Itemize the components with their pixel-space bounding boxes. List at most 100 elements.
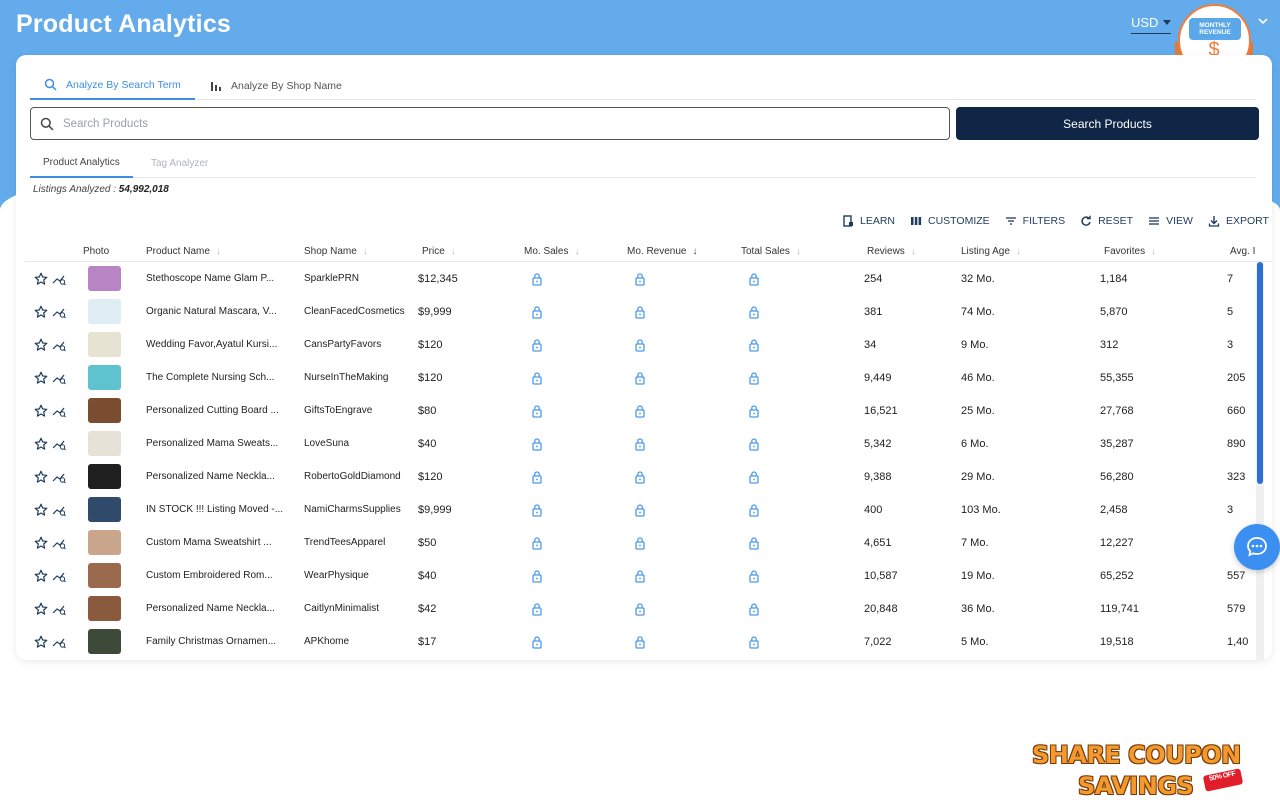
- shop-name-cell[interactable]: TrendTeesApparel: [304, 526, 416, 559]
- mo-sales-lock-icon[interactable]: [530, 370, 544, 385]
- total-sales-lock-icon[interactable]: [747, 337, 761, 352]
- total-sales-lock-icon[interactable]: [747, 568, 761, 583]
- mo-sales-lock-icon[interactable]: [530, 403, 544, 418]
- shop-name-cell[interactable]: NurseInTheMaking: [304, 361, 416, 394]
- trend-analysis-icon[interactable]: [52, 271, 66, 286]
- view-button[interactable]: VIEW: [1148, 213, 1193, 229]
- total-sales-lock-icon[interactable]: [747, 601, 761, 616]
- table-row[interactable]: Organic Natural Mascara, V... CleanFacedC…: [25, 295, 1272, 328]
- currency-select[interactable]: USD: [1131, 12, 1172, 34]
- mo-revenue-lock-icon[interactable]: [633, 634, 647, 649]
- product-photo[interactable]: [88, 299, 121, 324]
- column-mo-sales[interactable]: Mo. Sales ↓: [524, 240, 579, 262]
- mo-sales-lock-icon[interactable]: [530, 271, 544, 286]
- column-product-name[interactable]: Product Name ↓: [146, 240, 221, 262]
- total-sales-lock-icon[interactable]: [747, 436, 761, 451]
- shop-name-cell[interactable]: GiftsToEngrave: [304, 394, 416, 427]
- table-row[interactable]: IN STOCK !!! Listing Moved -... NamiCharm…: [25, 493, 1272, 526]
- product-photo[interactable]: [88, 629, 121, 654]
- table-row[interactable]: Wedding Favor,Ayatul Kursi... CansPartyFa…: [25, 328, 1272, 361]
- mo-sales-lock-icon[interactable]: [530, 469, 544, 484]
- shop-name-cell[interactable]: NamiCharmsSupplies: [304, 493, 416, 526]
- total-sales-lock-icon[interactable]: [747, 634, 761, 649]
- mo-sales-lock-icon[interactable]: [530, 535, 544, 550]
- column-total-sales[interactable]: Total Sales ↓: [741, 240, 801, 262]
- column-favorites[interactable]: Favorites ↓: [1104, 240, 1156, 262]
- column-reviews[interactable]: Reviews ↓: [867, 240, 916, 262]
- mo-revenue-lock-icon[interactable]: [633, 535, 647, 550]
- product-name-cell[interactable]: Custom Mama Sweatshirt ...: [146, 526, 296, 559]
- star-icon[interactable]: [34, 568, 48, 582]
- mo-sales-lock-icon[interactable]: [530, 634, 544, 649]
- shop-name-cell[interactable]: APKhome: [304, 625, 416, 658]
- trend-analysis-icon[interactable]: [52, 568, 66, 583]
- product-name-cell[interactable]: Custom Embroidered Rom...: [146, 559, 296, 592]
- reset-button[interactable]: RESET: [1080, 213, 1133, 229]
- mo-revenue-lock-icon[interactable]: [633, 403, 647, 418]
- star-icon[interactable]: [34, 469, 48, 483]
- shop-name-cell[interactable]: WearPhysique: [304, 559, 416, 592]
- product-photo[interactable]: [88, 431, 121, 456]
- product-photo[interactable]: [88, 266, 121, 291]
- trend-analysis-icon[interactable]: [52, 601, 66, 616]
- shop-name-cell[interactable]: CaitlynMinimalist: [304, 592, 416, 625]
- mo-sales-lock-icon[interactable]: [530, 502, 544, 517]
- column-avg[interactable]: Avg. I: [1230, 240, 1255, 262]
- shop-name-cell[interactable]: CleanFacedCosmetics: [304, 295, 416, 328]
- product-photo[interactable]: [88, 398, 121, 423]
- star-icon[interactable]: [34, 337, 48, 351]
- learn-button[interactable]: LEARN: [842, 213, 895, 229]
- product-name-cell[interactable]: Personalized Name Neckla...: [146, 460, 296, 493]
- product-name-cell[interactable]: The Complete Nursing Sch...: [146, 361, 296, 394]
- product-name-cell[interactable]: Personalized Name Neckla...: [146, 592, 296, 625]
- share-coupon-savings-banner[interactable]: SHARE COUPON SAVINGS 50% OFF: [1030, 738, 1246, 800]
- shop-name-cell[interactable]: CansPartyFavors: [304, 328, 416, 361]
- mo-revenue-lock-icon[interactable]: [633, 502, 647, 517]
- product-photo[interactable]: [88, 530, 121, 555]
- table-row[interactable]: Family Christmas Ornamen... APKhome $17 7,0…: [25, 625, 1272, 658]
- mo-revenue-lock-icon[interactable]: [633, 337, 647, 352]
- product-photo[interactable]: [88, 365, 121, 390]
- star-icon[interactable]: [34, 601, 48, 615]
- trend-analysis-icon[interactable]: [52, 535, 66, 550]
- column-mo-revenue[interactable]: Mo. Revenue ↓: [627, 240, 697, 262]
- product-name-cell[interactable]: Stethoscope Name Glam P...: [146, 262, 296, 295]
- customize-button[interactable]: CUSTOMIZE: [910, 213, 990, 229]
- tab-tag-analyzer[interactable]: Tag Analyzer: [151, 148, 208, 178]
- search-products-button[interactable]: Search Products: [956, 107, 1259, 140]
- product-name-cell[interactable]: Personalized Cutting Board ...: [146, 394, 296, 427]
- table-row[interactable]: Stethoscope Name Glam P... SparklePRN $12,…: [25, 262, 1272, 295]
- trend-analysis-icon[interactable]: [52, 304, 66, 319]
- star-icon[interactable]: [34, 370, 48, 384]
- mo-sales-lock-icon[interactable]: [530, 436, 544, 451]
- star-icon[interactable]: [34, 403, 48, 417]
- total-sales-lock-icon[interactable]: [747, 271, 761, 286]
- star-icon[interactable]: [34, 535, 48, 549]
- product-name-cell[interactable]: Organic Natural Mascara, V...: [146, 295, 296, 328]
- table-row[interactable]: Personalized Mama Sweats... LoveSuna $40 5,…: [25, 427, 1272, 460]
- mo-revenue-lock-icon[interactable]: [633, 370, 647, 385]
- trend-analysis-icon[interactable]: [52, 634, 66, 649]
- table-row[interactable]: Personalized Name Neckla... CaitlynMinima…: [25, 592, 1272, 625]
- product-photo[interactable]: [88, 497, 121, 522]
- star-icon[interactable]: [34, 502, 48, 516]
- filters-button[interactable]: FILTERS: [1005, 213, 1065, 229]
- trend-analysis-icon[interactable]: [52, 436, 66, 451]
- product-name-cell[interactable]: IN STOCK !!! Listing Moved -...: [146, 493, 296, 526]
- trend-analysis-icon[interactable]: [52, 337, 66, 352]
- total-sales-lock-icon[interactable]: [747, 502, 761, 517]
- table-row[interactable]: Custom Mama Sweatshirt ... TrendTeesAppar…: [25, 526, 1272, 559]
- table-row[interactable]: Personalized Cutting Board ... GiftsToEng…: [25, 394, 1272, 427]
- trend-analysis-icon[interactable]: [52, 502, 66, 517]
- product-photo[interactable]: [88, 464, 121, 489]
- product-name-cell[interactable]: Personalized Mama Sweats...: [146, 427, 296, 460]
- column-listing-age[interactable]: Listing Age ↓: [961, 240, 1021, 262]
- search-input[interactable]: [63, 117, 923, 130]
- trend-analysis-icon[interactable]: [52, 469, 66, 484]
- mo-revenue-lock-icon[interactable]: [633, 469, 647, 484]
- shop-name-cell[interactable]: SparklePRN: [304, 262, 416, 295]
- star-icon[interactable]: [34, 634, 48, 648]
- total-sales-lock-icon[interactable]: [747, 535, 761, 550]
- tab-product-analytics[interactable]: Product Analytics: [30, 148, 133, 178]
- total-sales-lock-icon[interactable]: [747, 469, 761, 484]
